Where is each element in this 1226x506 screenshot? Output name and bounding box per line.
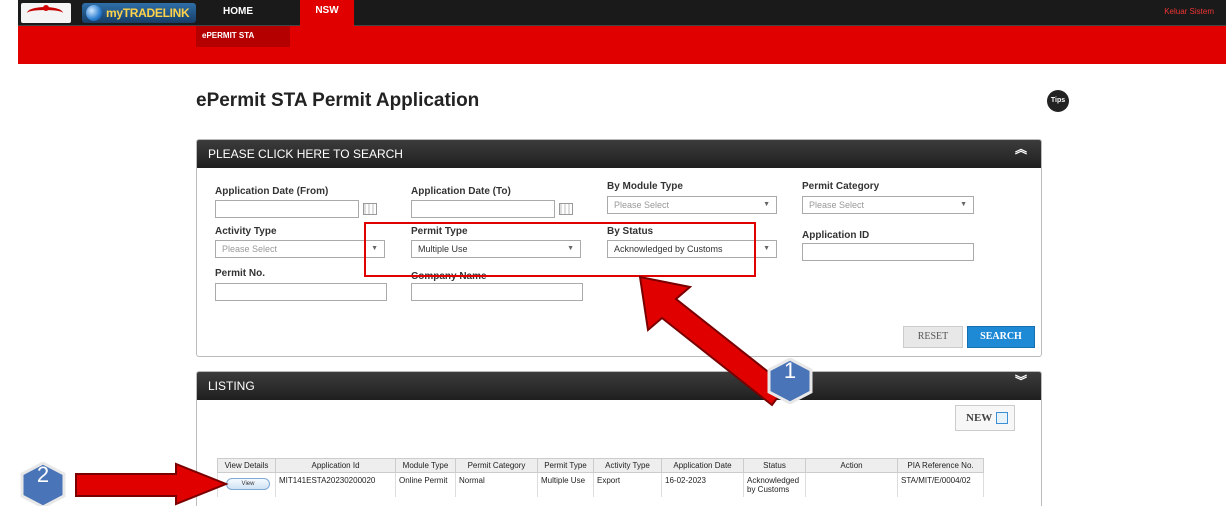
arrow-1 xyxy=(638,275,788,407)
arrow-2 xyxy=(75,462,229,506)
annotation-arrows xyxy=(75,275,788,506)
badge-number: 1 xyxy=(783,358,797,383)
step-badge-1: 1 xyxy=(767,357,813,405)
badge-number: 2 xyxy=(36,462,50,487)
step-badge-2: 2 xyxy=(20,461,66,506)
